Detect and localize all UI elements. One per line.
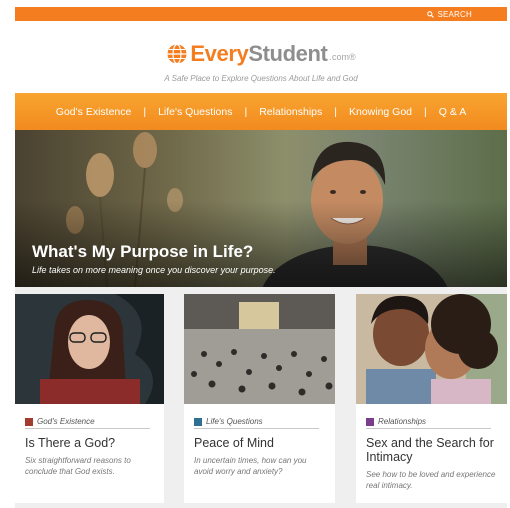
globe-logo-icon	[167, 43, 187, 65]
card-description: In uncertain times, how can you avoid wo…	[194, 456, 307, 476]
logo-com: .com®	[329, 51, 356, 62]
card-category[interactable]: Relationships	[366, 417, 491, 429]
hero-subtitle: Life takes on more meaning once you disc…	[32, 265, 276, 275]
card-image	[356, 294, 507, 404]
site-header: Every Student .com® A Safe Place to Expl…	[15, 21, 507, 93]
hero-shade	[15, 130, 507, 287]
card-image	[15, 294, 164, 404]
nav-relationships[interactable]: Relationships	[258, 106, 323, 118]
nav-knowing-god[interactable]: Knowing God	[348, 106, 413, 118]
nav-separator: |	[143, 105, 147, 118]
card-title[interactable]: Sex and the Search for Intimacy	[366, 436, 501, 464]
card-title[interactable]: Is There a God?	[25, 436, 160, 450]
search-button[interactable]: SEARCH	[427, 7, 472, 21]
search-label: SEARCH	[437, 9, 472, 19]
card-title[interactable]: Peace of Mind	[194, 436, 329, 450]
site-tagline: A Safe Place to Explore Questions About …	[164, 74, 358, 83]
card-category[interactable]: God's Existence	[25, 417, 150, 429]
top-bar: SEARCH	[15, 7, 507, 21]
category-color-square	[194, 417, 202, 426]
nav-lifes-questions[interactable]: Life's Questions	[157, 106, 233, 118]
card-description: See how to be loved and experience real …	[366, 470, 496, 490]
card-description: Six straightforward reasons to conclude …	[25, 456, 131, 476]
category-color-square	[25, 417, 33, 426]
category-color-square	[366, 417, 374, 426]
hero-title[interactable]: What's My Purpose in Life?	[32, 242, 253, 262]
article-card-is-there-a-god[interactable]: God's Existence Is There a God? Six stra…	[15, 294, 164, 503]
nav-gods-existence[interactable]: God's Existence	[55, 106, 133, 118]
card-image	[184, 294, 335, 404]
logo-student: Student	[248, 41, 328, 66]
nav-separator: |	[334, 105, 337, 118]
site-logo[interactable]: Every Student .com®	[15, 41, 507, 67]
page: SEARCH Every Student .com® A Safe Place …	[15, 7, 507, 508]
nav-separator: |	[424, 105, 427, 118]
logo-every: Every	[190, 41, 249, 66]
category-label: Life's Questions	[206, 417, 263, 426]
nav-q-and-a[interactable]: Q & A	[438, 106, 467, 118]
search-icon	[427, 10, 435, 18]
card-category[interactable]: Life's Questions	[194, 417, 319, 429]
article-card-sex-and-intimacy[interactable]: Relationships Sex and the Search for Int…	[356, 294, 507, 503]
article-card-peace-of-mind[interactable]: Life's Questions Peace of Mind In uncert…	[184, 294, 335, 503]
main-nav: God's Existence | Life's Questions | Rel…	[15, 93, 507, 130]
category-label: Relationships	[378, 417, 427, 426]
category-label: God's Existence	[37, 417, 95, 426]
nav-separator: |	[244, 105, 248, 118]
hero-banner[interactable]: What's My Purpose in Life? Life takes on…	[15, 130, 507, 287]
